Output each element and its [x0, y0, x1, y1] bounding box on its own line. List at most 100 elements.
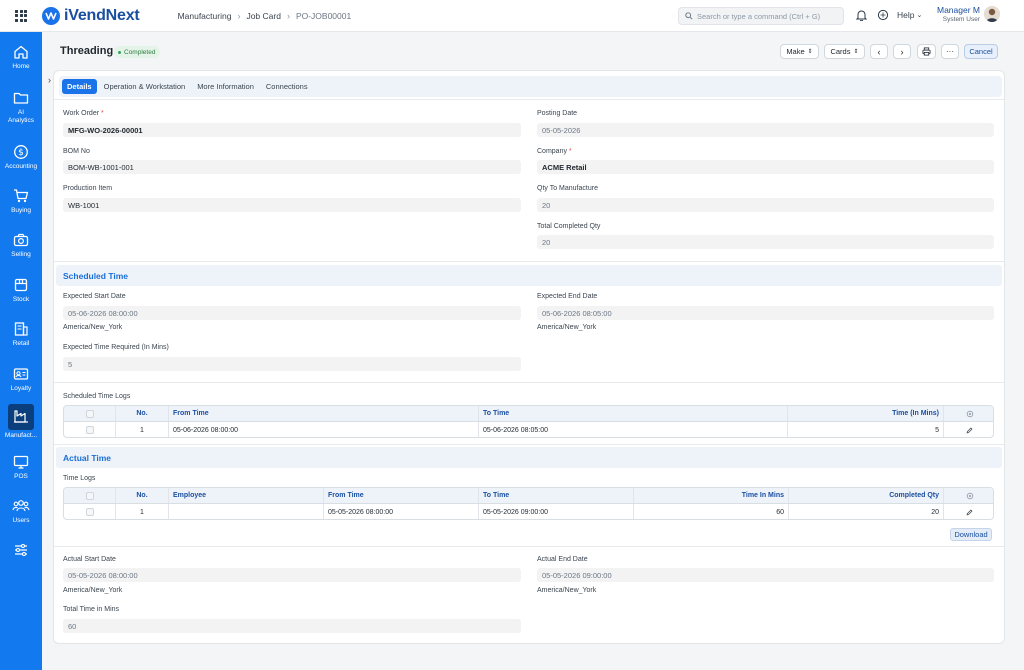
row-to-time[interactable]: 05-06-2026 08:05:00 — [479, 422, 788, 437]
scheduled-time-section-header[interactable]: Scheduled Time — [56, 265, 1002, 286]
app-grid-icon[interactable] — [0, 0, 42, 32]
page-title: Threading — [60, 45, 114, 57]
row-checkbox[interactable] — [64, 504, 116, 519]
production-item-field[interactable]: WB-1001 — [63, 198, 521, 212]
breadcrumb-manufacturing[interactable]: Manufacturing — [178, 11, 232, 21]
table-header-row: No. Employee From Time To Time Time In M… — [64, 488, 993, 504]
row-time-in-mins[interactable]: 60 — [634, 504, 789, 519]
settings-gear-icon[interactable] — [944, 488, 993, 503]
row-employee[interactable] — [169, 504, 324, 519]
expected-end-date-field: 05-06-2026 08:05:00 — [537, 306, 994, 320]
total-completed-qty-label: Total Completed Qty — [537, 223, 601, 230]
make-button[interactable]: Make ⇕ — [780, 44, 819, 59]
more-options-button[interactable]: ··· — [941, 44, 959, 59]
settings-gear-icon[interactable] — [944, 406, 993, 421]
scheduled-time-logs-table: No. From Time To Time Time (In Mins) 1 0… — [63, 405, 994, 438]
expected-time-required-label: Expected Time Required (In Mins) — [63, 344, 169, 351]
edit-pencil-icon[interactable] — [944, 422, 993, 437]
search-icon — [685, 12, 693, 20]
next-button[interactable]: › — [893, 44, 911, 59]
cancel-button[interactable]: Cancel — [964, 44, 998, 59]
sidebar-item-loyalty[interactable]: Loyalty — [0, 366, 42, 393]
posting-date-label: Posting Date — [537, 110, 578, 117]
company-field[interactable]: ACME Retail — [537, 160, 994, 174]
sidebar-item-home[interactable]: Home — [0, 44, 42, 71]
scheduled-time-logs-label: Scheduled Time Logs — [63, 393, 131, 400]
search-bar[interactable] — [678, 7, 844, 25]
folder-icon — [13, 92, 29, 104]
tab-details[interactable]: Details — [62, 79, 97, 94]
divider — [54, 261, 1004, 262]
table-row[interactable]: 1 05-06-2026 08:00:00 05-06-2026 08:05:0… — [64, 422, 993, 437]
divider — [54, 444, 1004, 445]
timezone-text: America/New_York — [63, 324, 123, 331]
cards-button[interactable]: Cards ⇕ — [824, 44, 865, 59]
previous-button[interactable]: ‹ — [870, 44, 888, 59]
tab-more-information[interactable]: More Information — [192, 79, 259, 94]
posting-date-field: 05-05-2026 — [537, 123, 994, 137]
row-to-time[interactable]: 05-05-2026 09:00:00 — [479, 504, 634, 519]
camera-icon — [13, 233, 29, 247]
breadcrumb-job-card[interactable]: Job Card — [246, 11, 281, 21]
bom-no-field[interactable]: BOM-WB-1001-001 — [63, 160, 521, 174]
sidebar-item-ai-analytics[interactable]: AI Analytics — [0, 90, 42, 125]
divider — [54, 99, 1004, 100]
table-header-row: No. From Time To Time Time (In Mins) — [64, 406, 993, 422]
avatar[interactable] — [984, 6, 1000, 22]
select-all-checkbox[interactable] — [64, 488, 116, 503]
print-button[interactable] — [917, 44, 936, 59]
sidebar-item-label: Manufact... — [4, 432, 38, 439]
row-from-time[interactable]: 05-06-2026 08:00:00 — [169, 422, 479, 437]
divider — [54, 546, 1004, 547]
table-row[interactable]: 1 05-05-2026 08:00:00 05-05-2026 09:00:0… — [64, 504, 993, 519]
sidebar: Home AI Analytics $ Accounting Buying Se… — [0, 32, 42, 670]
user-name: Manager M — [937, 5, 980, 15]
user-info[interactable]: Manager M System User — [932, 5, 980, 23]
actual-time-section-header[interactable]: Actual Time — [56, 447, 1002, 468]
production-item-label: Production Item — [63, 185, 113, 192]
row-from-time[interactable]: 05-05-2026 08:00:00 — [324, 504, 479, 519]
row-checkbox[interactable] — [64, 422, 116, 437]
search-input[interactable] — [697, 11, 837, 21]
total-time-field: 60 — [63, 619, 521, 633]
chat-icon[interactable] — [877, 9, 889, 23]
sidebar-toggle-chevron-icon[interactable]: › — [48, 75, 51, 85]
sidebar-item-settings[interactable] — [0, 542, 42, 561]
column-header-from-time: From Time — [324, 488, 479, 503]
help-label: Help — [897, 10, 915, 20]
column-header-employee: Employee — [169, 488, 324, 503]
sidebar-item-pos[interactable]: POS — [0, 454, 42, 481]
qty-to-manufacture-label: Qty To Manufacture — [537, 185, 598, 192]
help-menu[interactable]: Help ⌄ — [897, 10, 922, 20]
column-header-no: No. — [116, 488, 169, 503]
app-logo[interactable]: iVendNext — [42, 6, 140, 25]
home-icon — [14, 45, 28, 59]
tab-operation-workstation[interactable]: Operation & Workstation — [99, 79, 191, 94]
tab-connections[interactable]: Connections — [261, 79, 313, 94]
edit-pencil-icon[interactable] — [944, 504, 993, 519]
sidebar-item-stock[interactable]: Stock — [0, 277, 42, 304]
download-button[interactable]: Download — [950, 528, 992, 541]
sidebar-item-retail[interactable]: Retail — [0, 321, 42, 348]
sidebar-item-label: Loyalty — [10, 385, 32, 392]
sidebar-item-accounting[interactable]: $ Accounting — [0, 144, 42, 171]
breadcrumb-current[interactable]: PO-JOB00001 — [296, 11, 351, 21]
sidebar-item-buying[interactable]: Buying — [0, 188, 42, 215]
work-order-field[interactable]: MFG-WO-2026-00001 — [63, 123, 521, 137]
row-completed-qty[interactable]: 20 — [789, 504, 944, 519]
sidebar-item-manufacturing[interactable]: Manufact... — [0, 404, 42, 440]
column-header-from-time: From Time — [169, 406, 479, 421]
company-label: Company * — [537, 148, 572, 155]
bell-icon[interactable] — [855, 9, 868, 23]
printer-icon — [922, 47, 931, 56]
sidebar-item-users[interactable]: Users — [0, 498, 42, 525]
expected-start-date-label: Expected Start Date — [63, 293, 126, 300]
row-time-in-mins[interactable]: 5 — [788, 422, 944, 437]
column-header-time-in-mins: Time (In Mins) — [788, 406, 944, 421]
status-badge: Completed — [114, 46, 161, 58]
select-all-checkbox[interactable] — [64, 406, 116, 421]
sidebar-item-selling[interactable]: Selling — [0, 232, 42, 259]
time-logs-label: Time Logs — [63, 475, 96, 482]
chevron-down-icon: ⌄ — [916, 12, 923, 19]
breadcrumb: Manufacturing › Job Card › PO-JOB00001 — [178, 11, 352, 21]
